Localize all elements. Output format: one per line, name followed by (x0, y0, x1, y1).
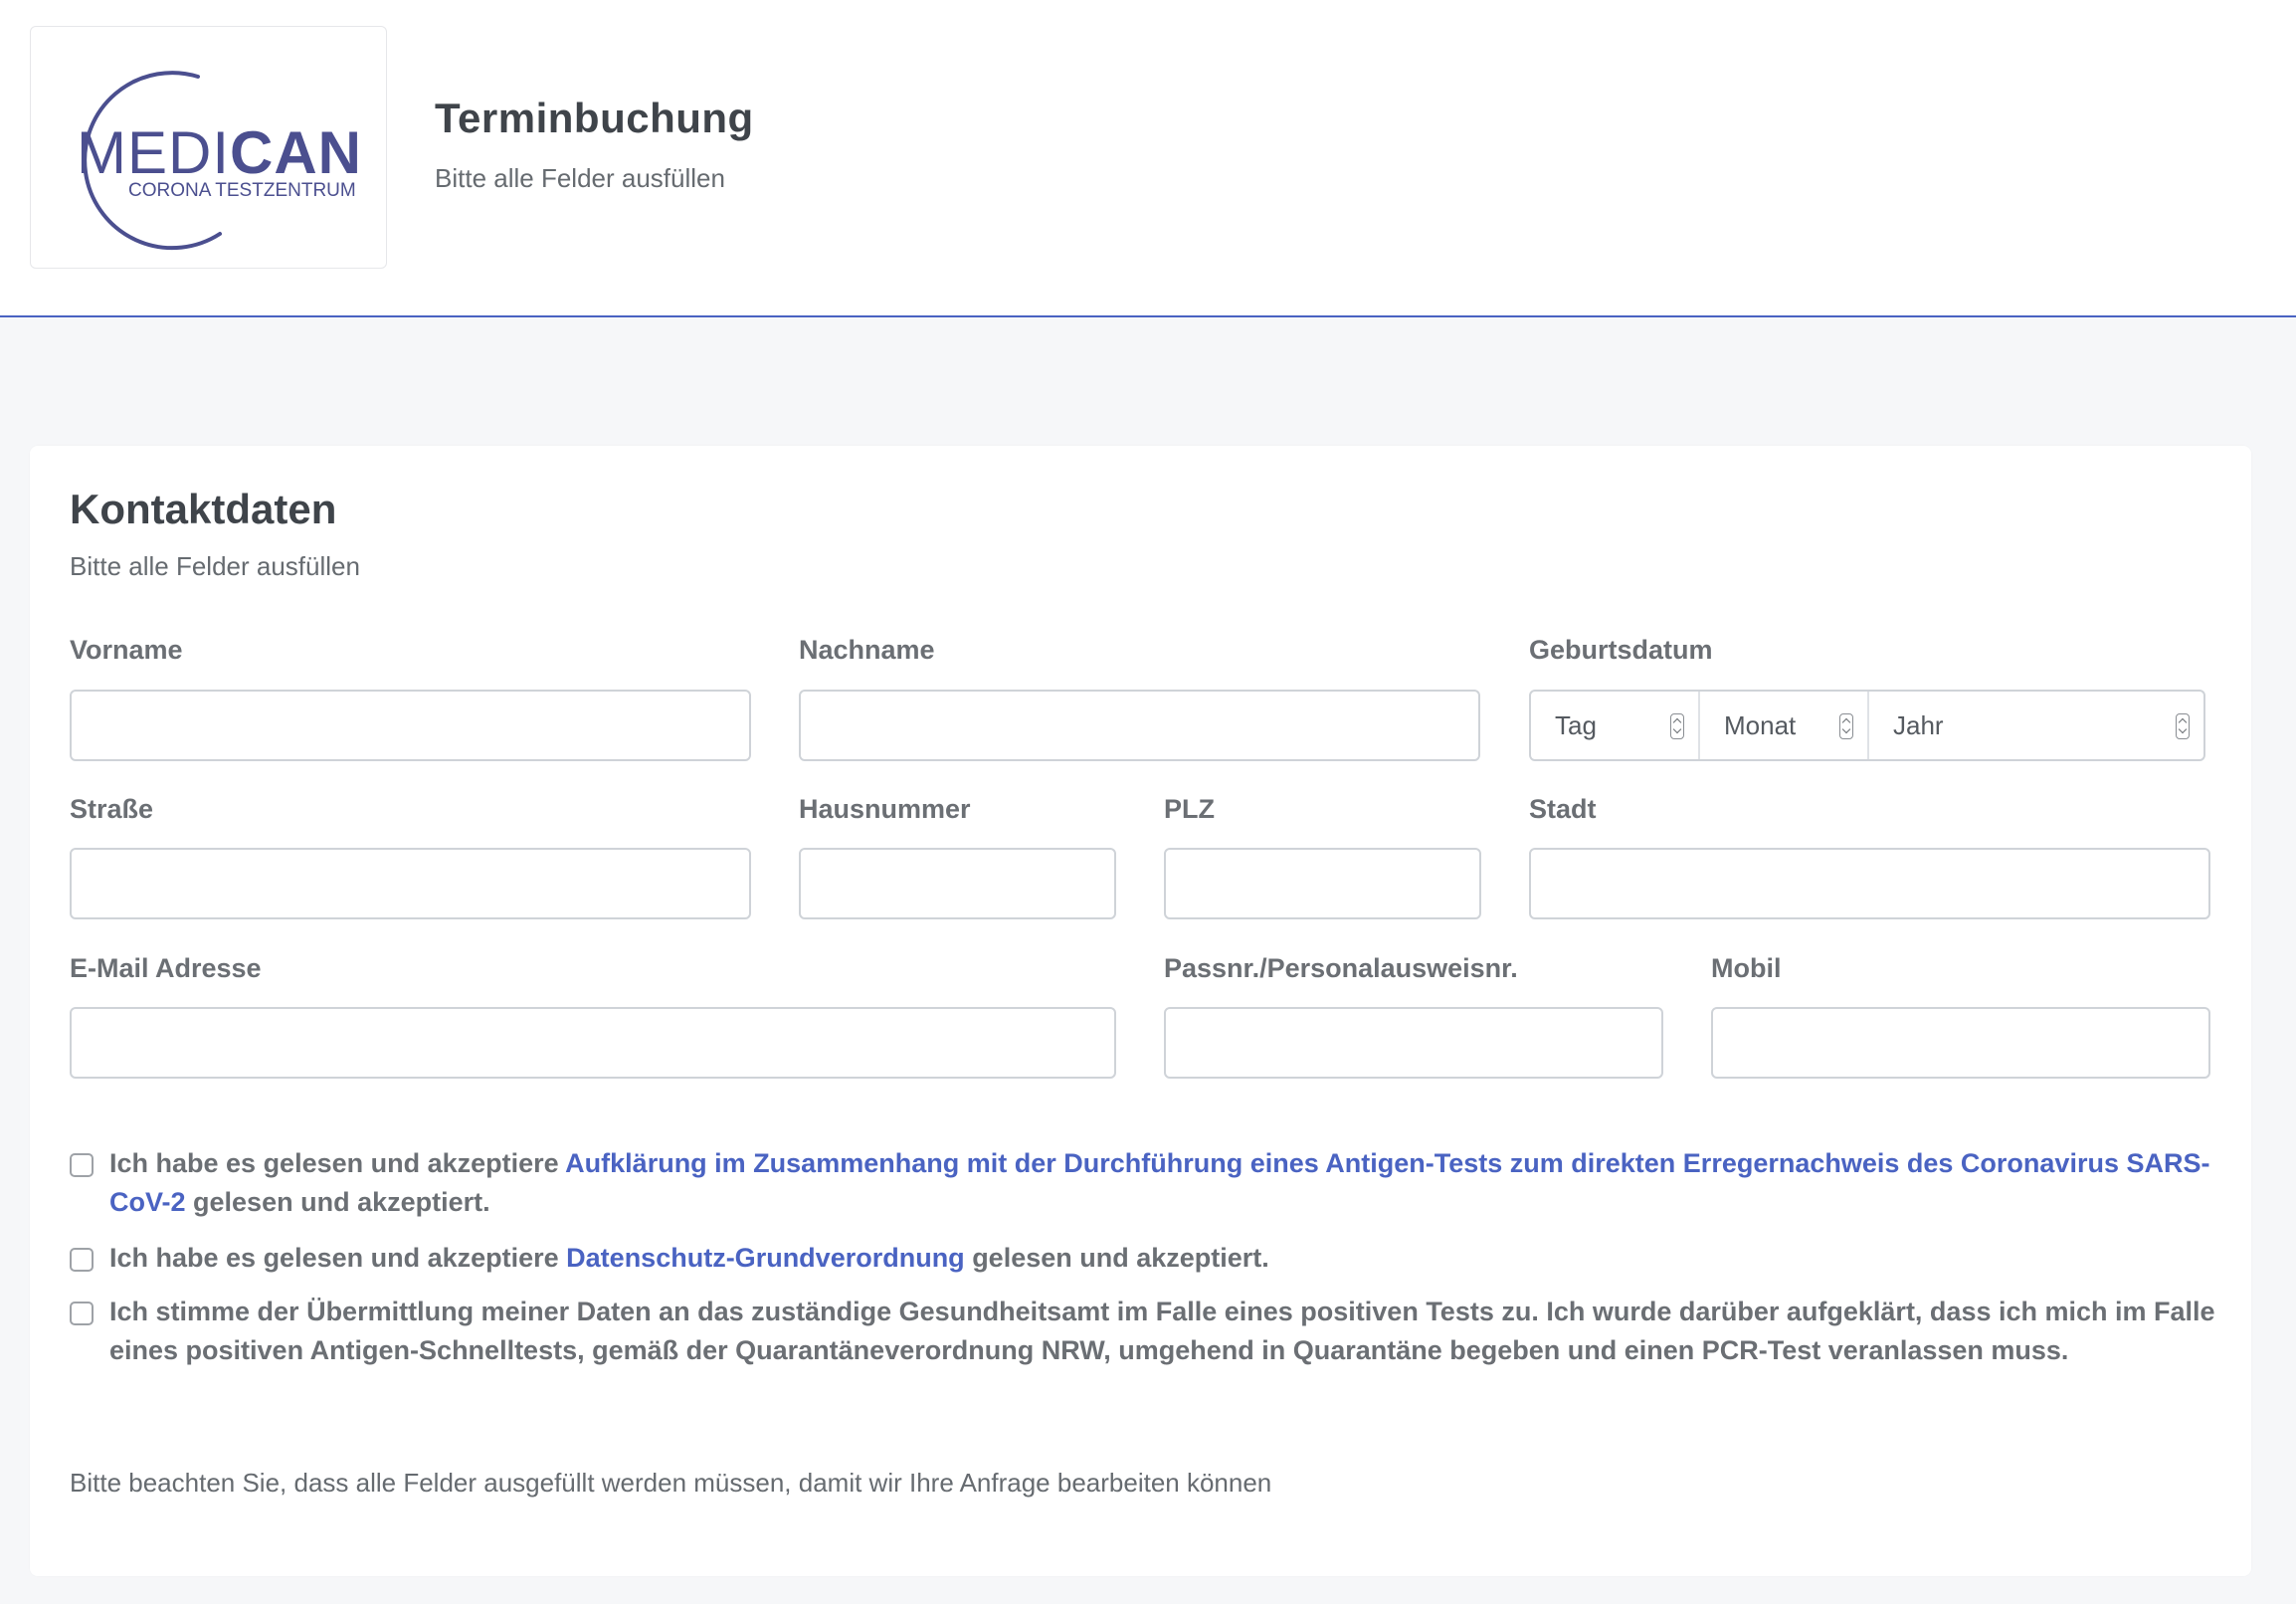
consent-prefix: Ich habe es gelesen und akzeptiere (109, 1243, 567, 1273)
consent-antigen-checkbox[interactable] (70, 1153, 94, 1177)
consent-dsgvo-row: Ich habe es gelesen und akzeptiere Daten… (70, 1239, 2218, 1278)
consent-dsgvo-checkbox[interactable] (70, 1248, 94, 1272)
pass-label: Passnr./Personalausweisnr. (1164, 953, 1518, 983)
consent-suffix: gelesen und akzeptiert. (964, 1243, 1269, 1273)
consent-suffix: gelesen und akzeptiert. (185, 1187, 490, 1217)
hausnummer-label: Hausnummer (799, 794, 971, 824)
stadt-label: Stadt (1529, 794, 1597, 824)
email-label: E-Mail Adresse (70, 953, 262, 983)
pass-input[interactable] (1164, 1007, 1663, 1079)
form-title: Kontaktdaten (70, 486, 337, 532)
logo-brand-bold: CAN (230, 119, 362, 186)
form-subtitle: Bitte alle Felder ausfüllen (70, 551, 360, 581)
consent-dsgvo-text: Ich habe es gelesen und akzeptiere Daten… (109, 1239, 2218, 1278)
consent-antigen-text: Ich habe es gelesen und akzeptiere Aufkl… (109, 1144, 2218, 1222)
monat-select[interactable]: Monat (1700, 692, 1869, 759)
hausnummer-input[interactable] (799, 848, 1116, 919)
consent-antigen-row: Ich habe es gelesen und akzeptiere Aufkl… (70, 1144, 2218, 1222)
jahr-select[interactable]: Jahr (1869, 692, 2203, 759)
stepper-icon (1839, 713, 1853, 739)
vorname-label: Vorname (70, 635, 183, 665)
medican-logo: MEDICAN CORONA TESTZENTRUM (30, 26, 387, 269)
vorname-input[interactable] (70, 690, 751, 761)
plz-label: PLZ (1164, 794, 1215, 824)
geburtsdatum-label: Geburtsdatum (1529, 635, 1713, 665)
consent-gesundheitsamt-checkbox[interactable] (70, 1302, 94, 1325)
consent-prefix: Ich habe es gelesen und akzeptiere (109, 1148, 566, 1178)
logo-brand-light: MEDI (77, 119, 230, 186)
required-fields-note: Bitte beachten Sie, dass alle Felder aus… (70, 1468, 1272, 1498)
dsgvo-link[interactable]: Datenschutz-Grundverordnung (566, 1243, 965, 1273)
svg-text:MEDICAN: MEDICAN (77, 119, 362, 186)
stepper-icon (2176, 713, 2190, 739)
strasse-input[interactable] (70, 848, 751, 919)
jahr-select-value: Jahr (1893, 709, 1944, 740)
nachname-input[interactable] (799, 690, 1480, 761)
monat-select-value: Monat (1724, 709, 1797, 740)
email-input[interactable] (70, 1007, 1116, 1079)
page-subtitle: Bitte alle Felder ausfüllen (435, 163, 725, 193)
plz-input[interactable] (1164, 848, 1481, 919)
stepper-icon (1670, 713, 1684, 739)
mobil-label: Mobil (1711, 953, 1782, 983)
tag-select[interactable]: Tag (1531, 692, 1700, 759)
geburtsdatum-group: Tag Monat Jahr (1529, 690, 2205, 761)
nachname-label: Nachname (799, 635, 935, 665)
stadt-input[interactable] (1529, 848, 2210, 919)
contact-form-card: Kontaktdaten Bitte alle Felder ausfüllen… (30, 446, 2251, 1576)
page-title: Terminbuchung (435, 95, 754, 141)
logo-tagline: CORONA TESTZENTRUM (128, 180, 356, 201)
page-header: MEDICAN CORONA TESTZENTRUM Terminbuchung… (0, 0, 2296, 317)
mobil-input[interactable] (1711, 1007, 2210, 1079)
consent-gesundheitsamt-row: Ich stimme der Übermittlung meiner Daten… (70, 1293, 2218, 1370)
tag-select-value: Tag (1555, 709, 1597, 740)
consent-gesundheitsamt-text: Ich stimme der Übermittlung meiner Daten… (109, 1297, 2215, 1365)
strasse-label: Straße (70, 794, 154, 824)
